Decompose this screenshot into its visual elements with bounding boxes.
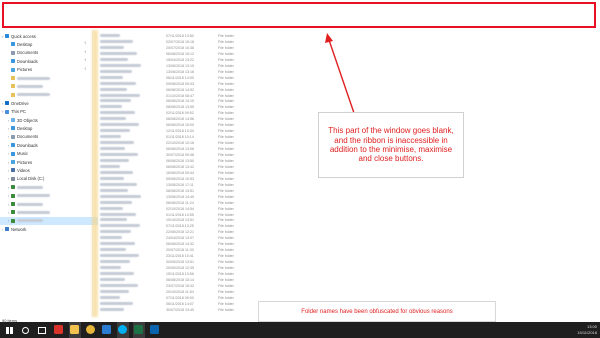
- skype-icon[interactable]: [118, 325, 127, 334]
- start-icon[interactable]: [6, 326, 13, 334]
- chrome-icon[interactable]: [86, 325, 95, 334]
- tray-date: 15/11/2018: [577, 329, 597, 335]
- pdf-reader-icon[interactable]: [54, 325, 63, 334]
- search-icon[interactable]: [22, 326, 29, 334]
- obfuscation-annotation-text: Folder names have been obfuscated for ob…: [301, 308, 453, 315]
- ribbon-annotation-text: This part of the window goes blank, and …: [328, 126, 454, 164]
- task-view-icon[interactable]: [38, 327, 46, 334]
- system-tray-clock[interactable]: 13:00 15/11/2018: [577, 324, 597, 335]
- mail-icon[interactable]: [102, 325, 111, 334]
- excel-icon[interactable]: [134, 325, 143, 334]
- ribbon-annotation: This part of the window goes blank, and …: [318, 112, 464, 178]
- outlook-icon[interactable]: [150, 325, 159, 334]
- annotation-arrow: [325, 33, 355, 114]
- obfuscation-annotation: Folder names have been obfuscated for ob…: [258, 301, 496, 322]
- taskbar: 13:00 15/11/2018: [0, 322, 600, 338]
- file-explorer-icon[interactable]: [70, 325, 79, 334]
